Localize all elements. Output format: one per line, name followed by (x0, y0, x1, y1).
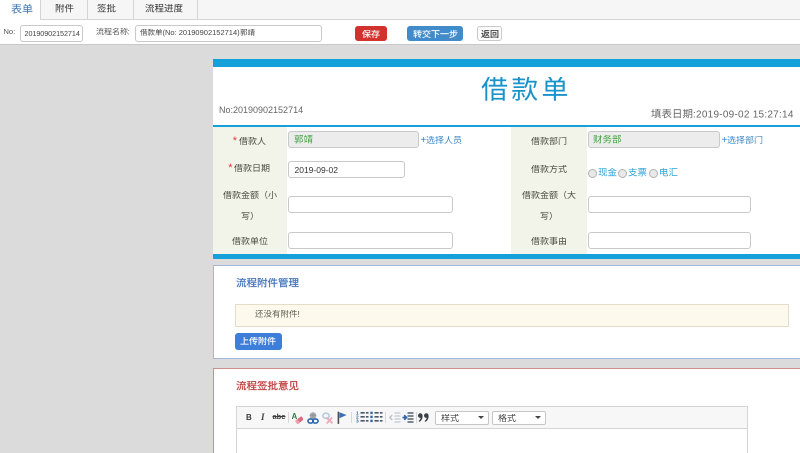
svg-text:3: 3 (356, 419, 359, 423)
svg-text:A: A (292, 412, 298, 421)
